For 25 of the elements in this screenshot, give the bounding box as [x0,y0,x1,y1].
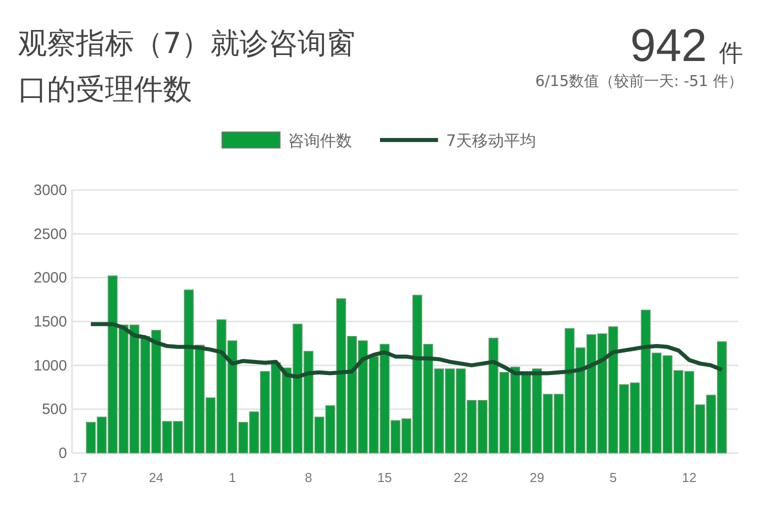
x-axis-label: 5 [610,470,617,485]
y-axis-label: 0 [58,445,67,462]
x-axis-label: 12 [682,470,697,485]
y-axis-label: 1500 [34,314,67,330]
legend-label: 7天移动平均 [446,131,536,150]
x-axis-label: 24 [148,470,164,485]
y-axis-label: 3000 [34,182,67,199]
value-note: 6/15数值（较前一天: -51 件） [535,72,743,91]
y-axis-label: 2500 [34,226,67,243]
y-axis-label: 1000 [34,357,67,374]
x-axis-label: 17 [72,470,88,485]
bar [86,422,96,454]
y-axis-label: 2000 [34,270,67,287]
x-axis-label: 1 [228,470,236,485]
chart-title: 观察指标（7）就诊咨询窗口的受理件数 [18,25,356,108]
x-axis-label: 29 [530,470,544,485]
current-value: 942 [630,20,707,70]
x-axis-label: 15 [377,470,392,485]
value-unit: 件 [719,38,743,69]
y-axis-label: 500 [42,401,67,418]
bar [542,394,553,454]
legend-swatch [222,132,280,148]
legend-label: 咨询件数 [288,131,352,150]
x-axis-label: 8 [304,470,312,485]
x-axis-label: 22 [454,470,468,485]
